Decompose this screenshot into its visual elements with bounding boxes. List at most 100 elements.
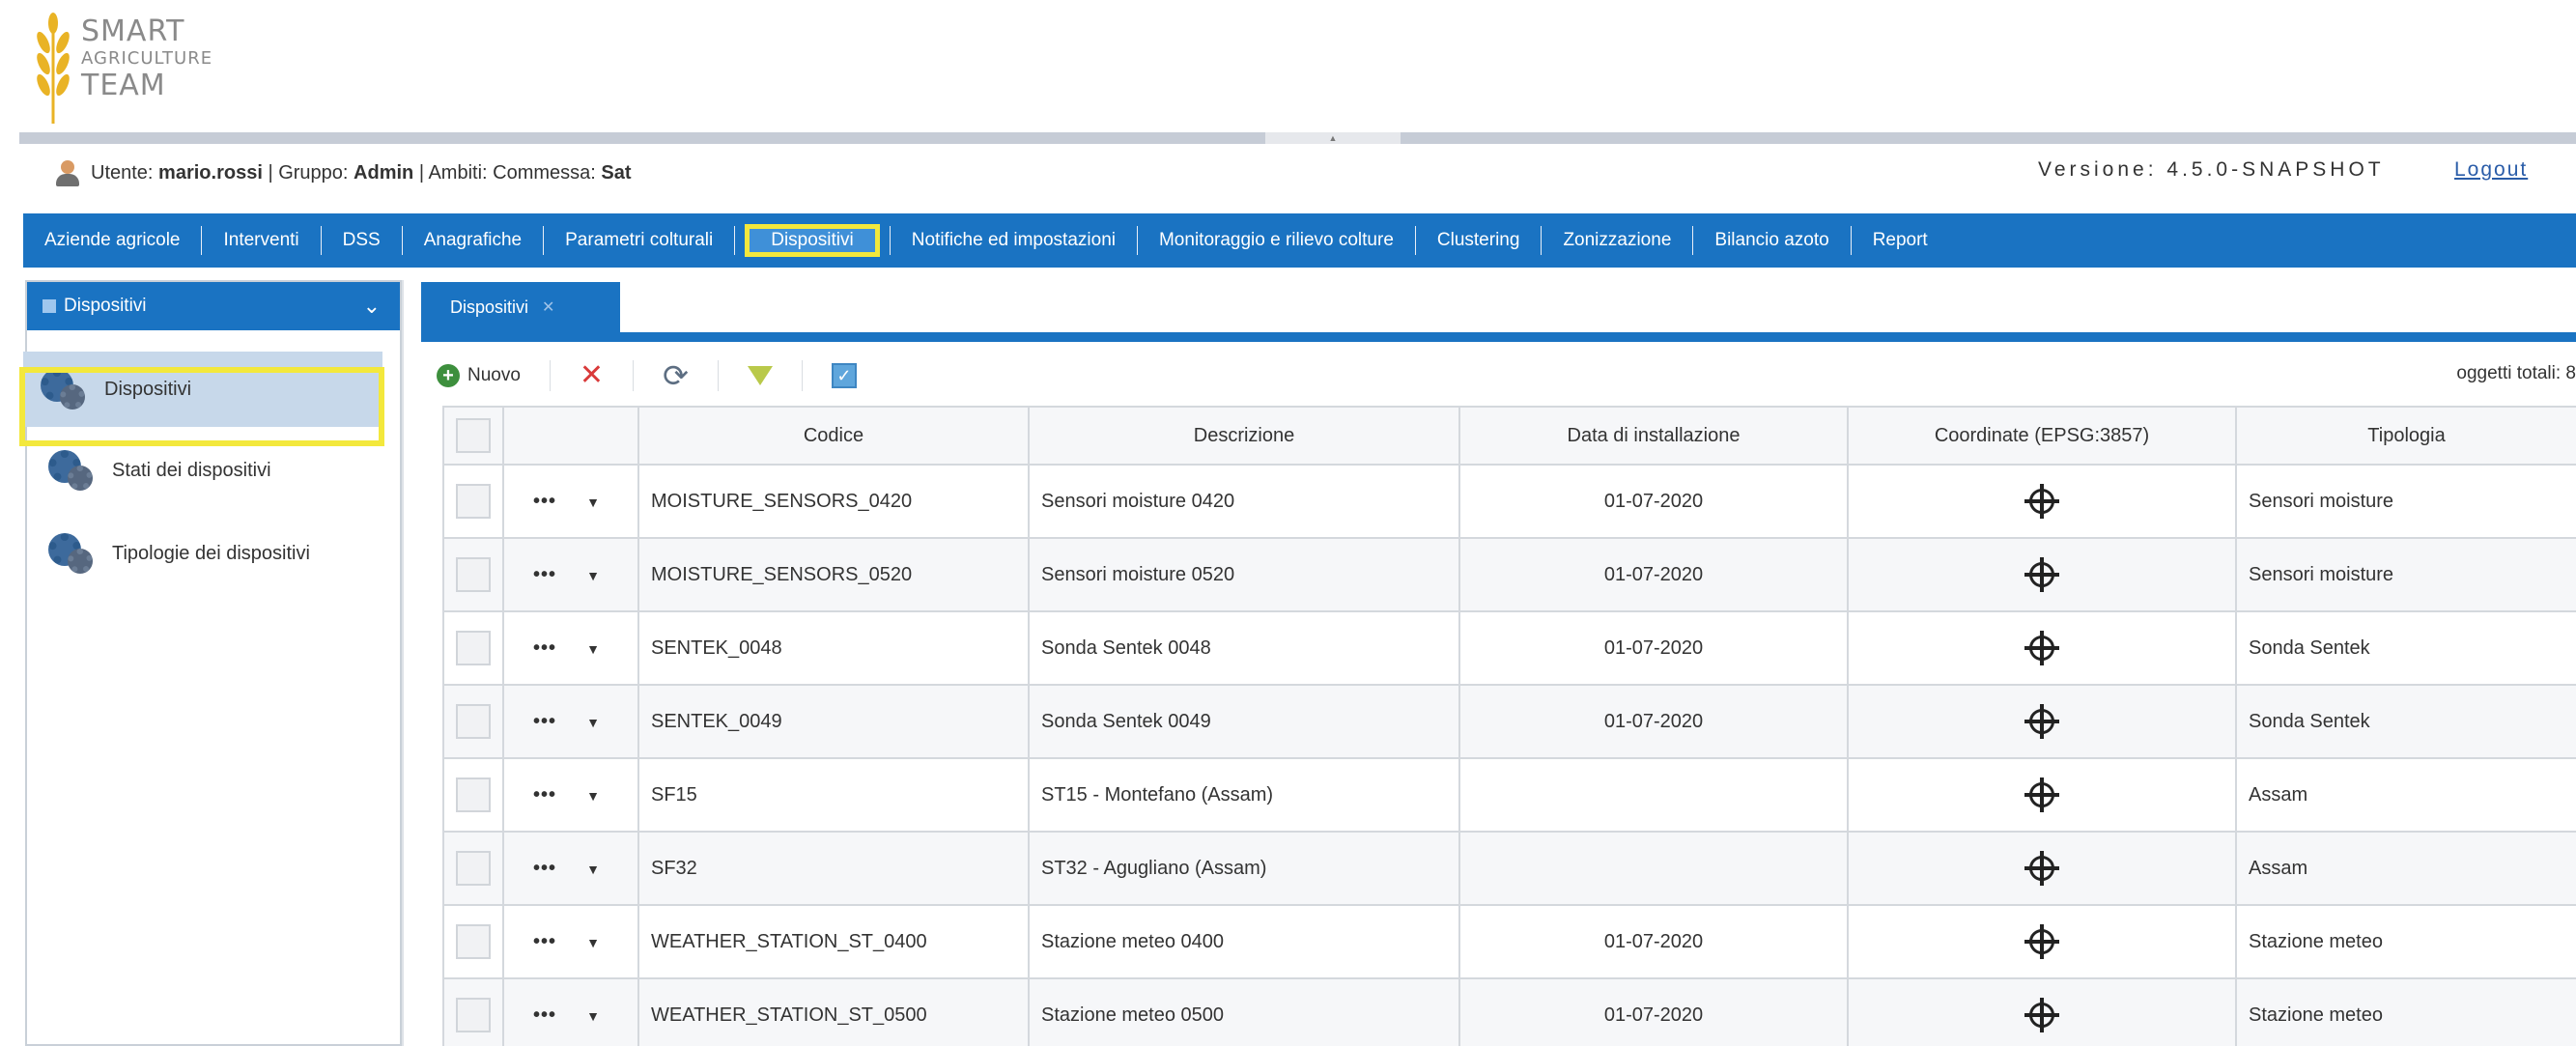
caret-down-icon[interactable]: ▼ xyxy=(574,862,612,877)
row-checkbox[interactable] xyxy=(456,557,491,592)
cell-coordinate xyxy=(1847,757,2237,833)
table-header-row: Codice Descrizione Data di installazione… xyxy=(442,406,2576,466)
table-row[interactable]: ••• ▼ MOISTURE_SENSORS_0520 Sensori moistur… xyxy=(442,537,2576,612)
nav-parametri-colturali[interactable]: Parametri colturali xyxy=(544,224,734,257)
row-checkbox[interactable] xyxy=(456,851,491,886)
table-row[interactable]: ••• ▼ SF32 ST32 - Agugliano (Assam) Assam xyxy=(442,831,2576,906)
ellipsis-icon[interactable]: ••• xyxy=(516,931,574,953)
caret-down-icon[interactable]: ▼ xyxy=(574,568,612,583)
row-select-cell[interactable] xyxy=(442,904,504,979)
collapse-handle[interactable]: ▲ xyxy=(1265,132,1401,144)
crosshair-icon[interactable] xyxy=(2024,777,2059,812)
crosshair-icon[interactable] xyxy=(2024,851,2059,886)
nav-clustering[interactable]: Clustering xyxy=(1416,224,1542,257)
caret-down-icon[interactable]: ▼ xyxy=(574,641,612,657)
sidebar-item-tipologie-dispositivi[interactable]: Tipologie dei dispositivi xyxy=(46,531,310,576)
row-select-cell[interactable] xyxy=(442,537,504,612)
column-header-tipologia[interactable]: Tipologia xyxy=(2235,406,2576,466)
cell-data-installazione xyxy=(1458,757,1849,833)
ellipsis-icon[interactable]: ••• xyxy=(516,564,574,586)
crosshair-icon[interactable] xyxy=(2024,484,2059,519)
nav-anagrafiche[interactable]: Anagrafiche xyxy=(403,224,543,257)
cell-tipologia: Stazione meteo xyxy=(2235,977,2576,1046)
header-collapse-bar[interactable]: ▲ xyxy=(19,132,2576,144)
tab-dispositivi[interactable]: Dispositivi ✕ xyxy=(421,282,620,332)
ellipsis-icon[interactable]: ••• xyxy=(516,1004,574,1027)
row-actions-cell: ••• ▼ xyxy=(502,537,639,612)
refresh-button[interactable]: ⟳ xyxy=(647,356,704,395)
nav-interventi[interactable]: Interventi xyxy=(202,224,320,257)
table-row[interactable]: ••• ▼ WEATHER_STATION_ST_0400 Stazione mete… xyxy=(442,904,2576,979)
row-checkbox[interactable] xyxy=(456,704,491,739)
logout-link[interactable]: Logout xyxy=(2454,158,2528,182)
crosshair-icon[interactable] xyxy=(2024,557,2059,592)
new-button[interactable]: + Nuovo xyxy=(421,356,536,395)
crosshair-icon[interactable] xyxy=(2024,704,2059,739)
caret-down-icon[interactable]: ▼ xyxy=(574,935,612,950)
ellipsis-icon[interactable]: ••• xyxy=(516,491,574,513)
row-checkbox[interactable] xyxy=(456,777,491,812)
table-row[interactable]: ••• ▼ SENTEK_0048 Sonda Sentek 0048 01-07-20… xyxy=(442,610,2576,686)
ellipsis-icon[interactable]: ••• xyxy=(516,711,574,733)
crosshair-icon[interactable] xyxy=(2024,998,2059,1032)
table-row[interactable]: ••• ▼ MOISTURE_SENSORS_0420 Sensori moistur… xyxy=(442,464,2576,539)
row-select-cell[interactable] xyxy=(442,757,504,833)
table-row[interactable]: ••• ▼ SF15 ST15 - Montefano (Assam) Assam xyxy=(442,757,2576,833)
caret-down-icon[interactable]: ▼ xyxy=(574,788,612,804)
table-row[interactable]: ••• ▼ SENTEK_0049 Sonda Sentek 0049 01-07-20… xyxy=(442,684,2576,759)
group-value: Admin xyxy=(354,161,414,184)
panel-icon xyxy=(42,299,56,313)
tab-label: Dispositivi xyxy=(450,297,529,317)
logo-line-team: TEAM xyxy=(81,69,166,102)
row-checkbox[interactable] xyxy=(456,484,491,519)
ellipsis-icon[interactable]: ••• xyxy=(516,858,574,880)
nav-notifiche[interactable]: Notifiche ed impostazioni xyxy=(891,224,1137,257)
filter-button[interactable] xyxy=(732,356,788,395)
row-select-cell[interactable] xyxy=(442,464,504,539)
close-icon[interactable]: ✕ xyxy=(542,297,554,317)
cell-descrizione: ST32 - Agugliano (Assam) xyxy=(1028,831,1460,906)
delete-button[interactable]: ✕ xyxy=(564,356,619,395)
cell-coordinate xyxy=(1847,904,2237,979)
sidebar-header[interactable]: Dispositivi ⌄ xyxy=(27,282,400,330)
caret-down-icon[interactable]: ▼ xyxy=(574,1008,612,1024)
row-select-cell[interactable] xyxy=(442,977,504,1046)
row-select-cell[interactable] xyxy=(442,610,504,686)
header-select-cell[interactable] xyxy=(442,406,504,466)
cell-tipologia: Sensori moisture xyxy=(2235,537,2576,612)
chevron-down-icon[interactable]: ⌄ xyxy=(363,294,381,319)
table-row[interactable]: ••• ▼ WEATHER_STATION_ST_0500 Stazione mete… xyxy=(442,977,2576,1046)
app-logo: SMART AGRICULTURE TEAM xyxy=(29,10,251,126)
caret-down-icon[interactable]: ▼ xyxy=(574,495,612,510)
nav-aziende-agricole[interactable]: Aziende agricole xyxy=(23,224,201,257)
nav-zonizzazione[interactable]: Zonizzazione xyxy=(1542,224,1692,257)
cell-codice: WEATHER_STATION_ST_0500 xyxy=(637,977,1030,1046)
column-header-data-installazione[interactable]: Data di installazione xyxy=(1458,406,1849,466)
nav-bilancio-azoto[interactable]: Bilancio azoto xyxy=(1693,224,1850,257)
column-header-coordinate[interactable]: Coordinate (EPSG:3857) xyxy=(1847,406,2237,466)
row-checkbox[interactable] xyxy=(456,924,491,959)
ellipsis-icon[interactable]: ••• xyxy=(516,784,574,806)
nav-dss[interactable]: DSS xyxy=(322,224,402,257)
nav-dispositivi[interactable]: Dispositivi xyxy=(745,224,880,257)
column-header-codice[interactable]: Codice xyxy=(637,406,1030,466)
nav-monitoraggio[interactable]: Monitoraggio e rilievo colture xyxy=(1138,224,1415,257)
caret-down-icon[interactable]: ▼ xyxy=(574,715,612,730)
row-checkbox[interactable] xyxy=(456,631,491,665)
column-header-descrizione[interactable]: Descrizione xyxy=(1028,406,1460,466)
select-all-checkbox[interactable] xyxy=(456,418,491,453)
plus-icon: + xyxy=(437,364,460,387)
row-select-cell[interactable] xyxy=(442,831,504,906)
crosshair-icon[interactable] xyxy=(2024,924,2059,959)
row-select-cell[interactable] xyxy=(442,684,504,759)
nav-report[interactable]: Report xyxy=(1852,224,1949,257)
row-checkbox[interactable] xyxy=(456,998,491,1032)
crosshair-icon[interactable] xyxy=(2024,631,2059,665)
select-all-button[interactable]: ✓ xyxy=(816,356,872,395)
cell-descrizione: ST15 - Montefano (Assam) xyxy=(1028,757,1460,833)
cell-coordinate xyxy=(1847,977,2237,1046)
ellipsis-icon[interactable]: ••• xyxy=(516,637,574,660)
panel-splitter[interactable] xyxy=(402,280,415,1046)
scope-value: Sat xyxy=(601,161,632,184)
sidebar-item-stati-dispositivi[interactable]: Stati dei dispositivi xyxy=(46,448,271,493)
